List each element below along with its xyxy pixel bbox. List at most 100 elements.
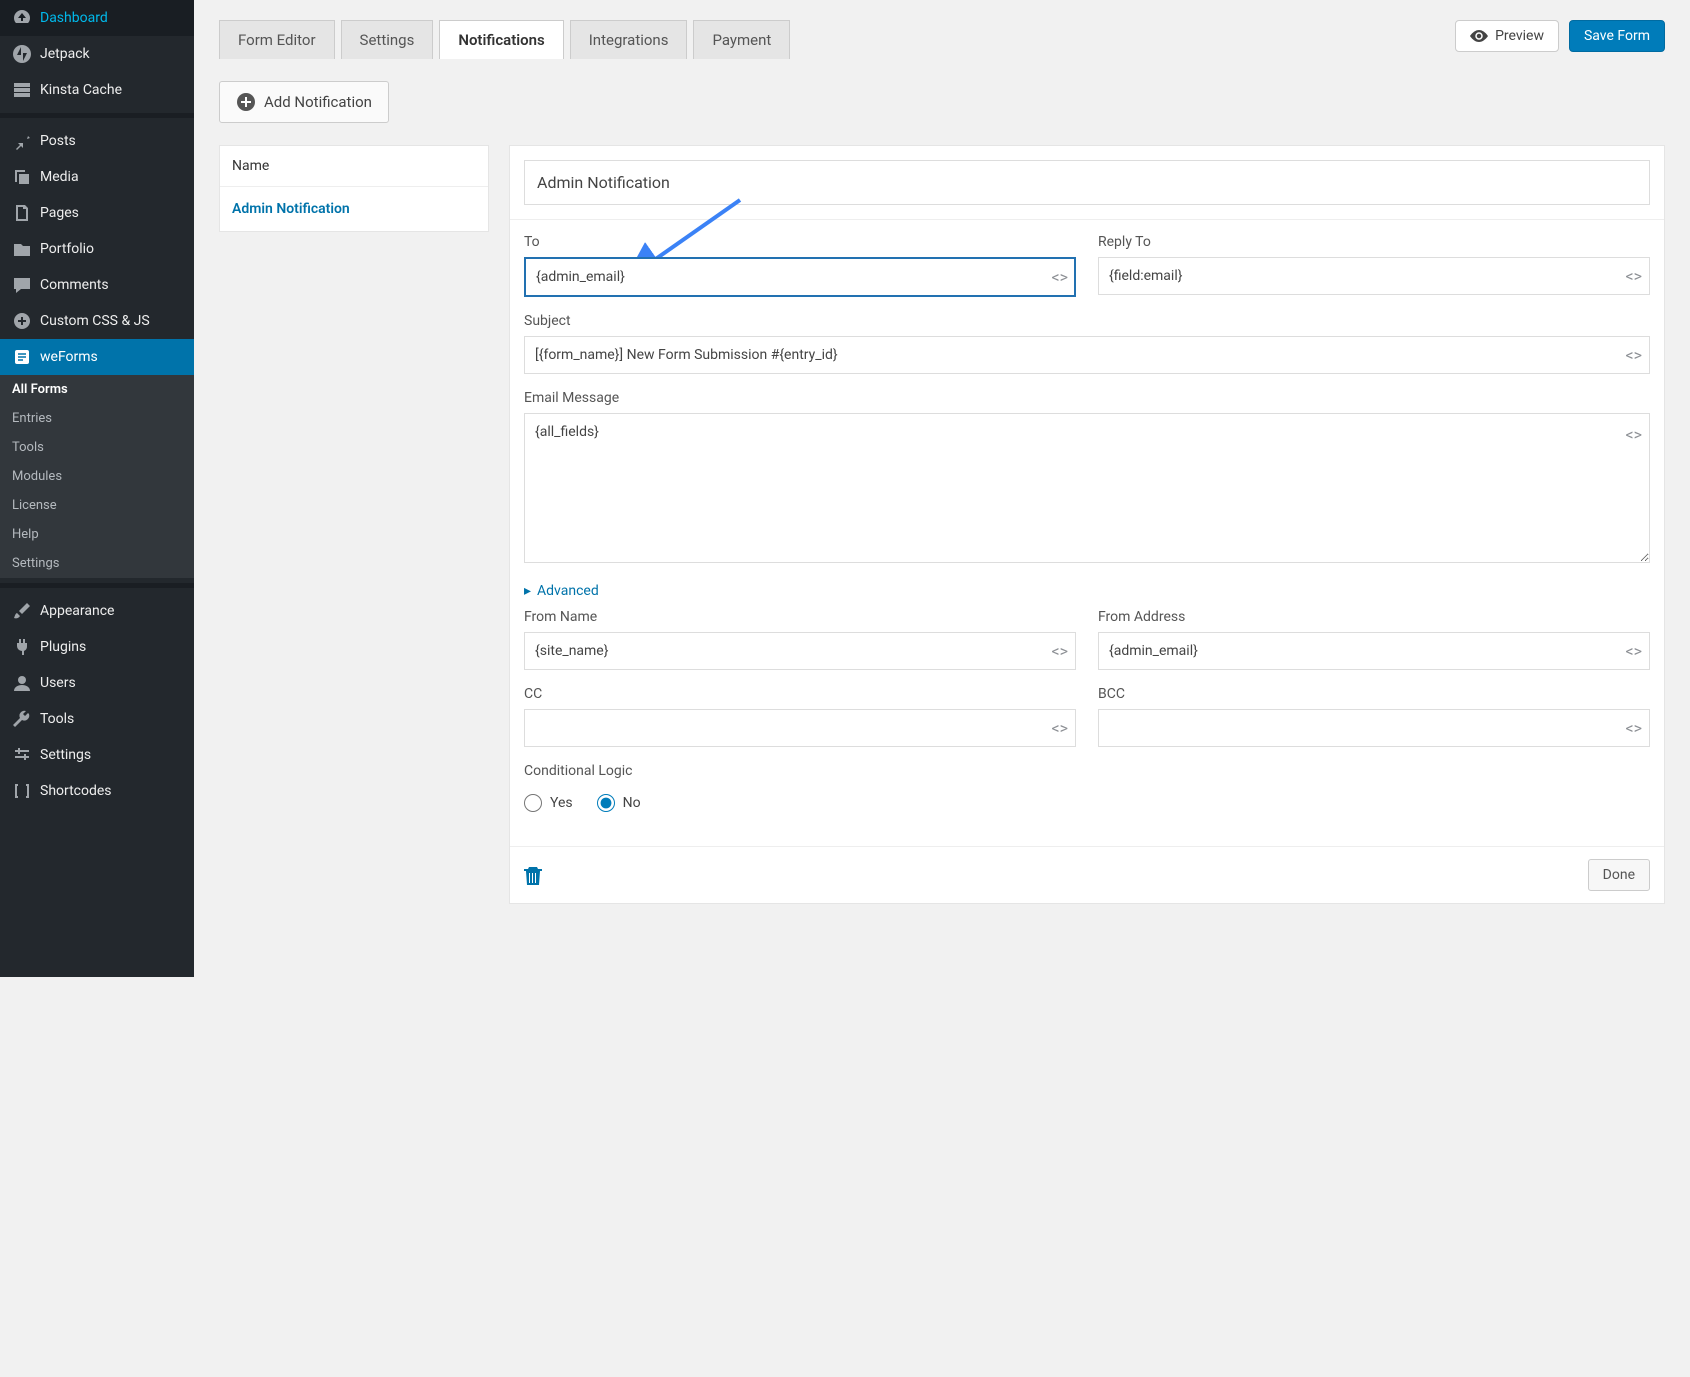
tag-icon[interactable]: <> <box>1626 719 1643 738</box>
plug-icon <box>12 637 32 657</box>
menu-separator <box>0 113 194 118</box>
top-actions: Preview Save Form <box>1455 20 1665 52</box>
sidebar-item-portfolio[interactable]: Portfolio <box>0 231 194 267</box>
from-name-label: From Name <box>524 609 1076 625</box>
notification-item[interactable]: Admin Notification <box>220 187 488 231</box>
notification-editor: To <> Reply To <> <box>509 145 1665 904</box>
save-label: Save Form <box>1584 28 1650 44</box>
sidebar-item-label: Settings <box>40 747 91 763</box>
submenu-item-license[interactable]: License <box>0 491 194 520</box>
sidebar-item-posts[interactable]: Posts <box>0 123 194 159</box>
preview-button[interactable]: Preview <box>1455 20 1559 52</box>
submenu-item-all-forms[interactable]: All Forms <box>0 375 194 404</box>
conditional-no[interactable]: No <box>597 794 641 812</box>
pin-icon <box>12 131 32 151</box>
admin-sidebar: Dashboard Jetpack Kinsta Cache Posts Media P… <box>0 0 194 977</box>
tab-form-editor[interactable]: Form Editor <box>219 20 335 59</box>
eye-icon <box>1470 30 1488 42</box>
comment-icon <box>12 275 32 295</box>
reply-to-input[interactable] <box>1098 257 1650 295</box>
submenu-item-tools[interactable]: Tools <box>0 433 194 462</box>
done-button[interactable]: Done <box>1588 859 1650 891</box>
cc-label: CC <box>524 686 1076 702</box>
menu-separator <box>0 583 194 588</box>
brackets-icon <box>12 781 32 801</box>
tag-icon[interactable]: <> <box>1626 642 1643 661</box>
sidebar-item-plugins[interactable]: Plugins <box>0 629 194 665</box>
tab-notifications[interactable]: Notifications <box>439 20 563 59</box>
chevron-right-icon: ▸ <box>524 583 531 599</box>
sidebar-item-label: Posts <box>40 133 76 149</box>
sidebar-item-label: Shortcodes <box>40 783 112 799</box>
sidebar-item-label: Plugins <box>40 639 86 655</box>
save-form-button[interactable]: Save Form <box>1569 20 1665 52</box>
sidebar-item-shortcodes[interactable]: Shortcodes <box>0 773 194 809</box>
weforms-icon <box>12 347 32 367</box>
conditional-yes[interactable]: Yes <box>524 794 573 812</box>
conditional-label: Conditional Logic <box>524 763 1650 779</box>
sidebar-item-label: Portfolio <box>40 241 94 257</box>
sidebar-item-label: Pages <box>40 205 79 221</box>
sidebar-item-label: weForms <box>40 349 98 365</box>
gauge-icon <box>12 8 32 28</box>
submenu-item-entries[interactable]: Entries <box>0 404 194 433</box>
message-textarea[interactable] <box>524 413 1650 563</box>
sidebar-item-weforms[interactable]: weForms <box>0 339 194 375</box>
sidebar-item-custom-css-js[interactable]: Custom CSS & JS <box>0 303 194 339</box>
sidebar-item-label: Media <box>40 169 79 185</box>
from-name-input[interactable] <box>524 632 1076 670</box>
bcc-input[interactable] <box>1098 709 1650 747</box>
sidebar-item-jetpack[interactable]: Jetpack <box>0 36 194 72</box>
sidebar-item-users[interactable]: Users <box>0 665 194 701</box>
sidebar-item-appearance[interactable]: Appearance <box>0 593 194 629</box>
to-input[interactable] <box>524 257 1076 297</box>
jetpack-icon <box>12 44 32 64</box>
cc-input[interactable] <box>524 709 1076 747</box>
sidebar-item-comments[interactable]: Comments <box>0 267 194 303</box>
tag-icon[interactable]: <> <box>1052 268 1069 287</box>
brush-icon <box>12 601 32 621</box>
tab-integrations[interactable]: Integrations <box>570 20 688 59</box>
tag-icon[interactable]: <> <box>1052 719 1069 738</box>
panel-header: Name <box>220 146 488 187</box>
add-notification-label: Add Notification <box>264 93 372 111</box>
advanced-label: Advanced <box>537 583 599 599</box>
portfolio-icon <box>12 239 32 259</box>
notification-title-input[interactable] <box>524 160 1650 205</box>
submenu-item-help[interactable]: Help <box>0 520 194 549</box>
from-address-input[interactable] <box>1098 632 1650 670</box>
sidebar-item-dashboard[interactable]: Dashboard <box>0 0 194 36</box>
tag-icon[interactable]: <> <box>1626 267 1643 286</box>
advanced-toggle[interactable]: ▸ Advanced <box>524 583 1650 599</box>
tag-icon[interactable]: <> <box>1626 346 1643 365</box>
tag-icon[interactable]: <> <box>1626 425 1643 444</box>
from-address-label: From Address <box>1098 609 1650 625</box>
sidebar-item-label: Users <box>40 675 76 691</box>
delete-notification-button[interactable] <box>524 865 542 885</box>
tab-payment[interactable]: Payment <box>693 20 790 59</box>
tag-icon[interactable]: <> <box>1052 642 1069 661</box>
server-icon <box>12 80 32 100</box>
main-content: Preview Save Form Form EditorSettingsNot… <box>194 0 1690 977</box>
media-icon <box>12 167 32 187</box>
reply-to-label: Reply To <box>1098 234 1650 250</box>
sidebar-item-media[interactable]: Media <box>0 159 194 195</box>
submenu-item-modules[interactable]: Modules <box>0 462 194 491</box>
sidebar-item-label: Kinsta Cache <box>40 82 122 98</box>
subject-input[interactable] <box>524 336 1650 374</box>
add-notification-button[interactable]: Add Notification <box>219 81 389 123</box>
sidebar-item-kinsta-cache[interactable]: Kinsta Cache <box>0 72 194 108</box>
tab-bar: Form EditorSettingsNotificationsIntegrat… <box>219 20 1665 59</box>
sidebar-item-label: Jetpack <box>40 46 90 62</box>
sidebar-item-pages[interactable]: Pages <box>0 195 194 231</box>
sidebar-item-tools[interactable]: Tools <box>0 701 194 737</box>
submenu-item-settings[interactable]: Settings <box>0 549 194 578</box>
tab-settings[interactable]: Settings <box>341 20 434 59</box>
page-icon <box>12 203 32 223</box>
sidebar-item-label: Comments <box>40 277 109 293</box>
to-label: To <box>524 234 1076 250</box>
preview-label: Preview <box>1495 28 1544 44</box>
sidebar-item-settings[interactable]: Settings <box>0 737 194 773</box>
plus-circle-icon <box>236 92 256 112</box>
notification-list-panel: Name Admin Notification <box>219 145 489 232</box>
